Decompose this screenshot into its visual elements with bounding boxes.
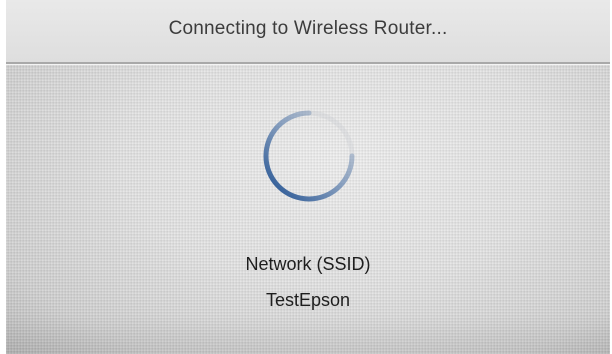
- printer-lcd-screen: Connecting to Wireless Router... Network…: [6, 0, 610, 354]
- loading-spinner-icon: [263, 110, 355, 202]
- photo-frame: Connecting to Wireless Router... Network…: [0, 0, 612, 354]
- network-ssid-value: TestEpson: [265, 290, 351, 310]
- network-ssid-label: Network (SSID): [245, 254, 371, 274]
- bottom-shade: [6, 314, 610, 354]
- page-title: Connecting to Wireless Router...: [168, 18, 448, 39]
- title-bar: Connecting to Wireless Router...: [6, 0, 610, 64]
